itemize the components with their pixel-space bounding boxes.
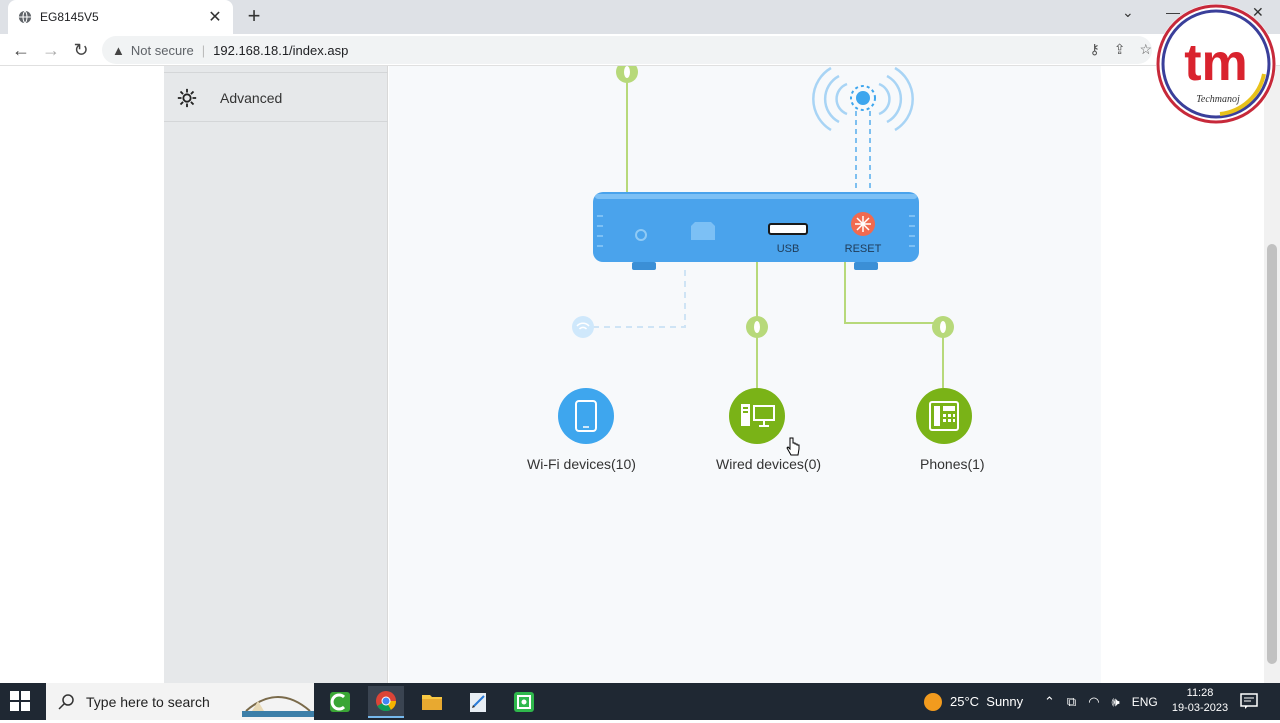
wifi-connection-line [583, 270, 686, 328]
share-icon[interactable]: ⇪ [1114, 41, 1126, 58]
svg-text:tm: tm [1184, 34, 1248, 92]
tab-title: EG8145V5 [40, 10, 99, 24]
taskbar-app-camtasia[interactable] [322, 686, 358, 718]
windows-start-icon[interactable] [10, 691, 30, 711]
taskbar-app-chrome[interactable] [368, 686, 404, 718]
wired-devices-button[interactable] [729, 388, 785, 444]
chevron-up-icon[interactable]: ⌃ [1044, 694, 1055, 710]
clock-time: 11:28 [1186, 687, 1214, 699]
network-diagram: USB RESET Wi-Fi devices(10) Wired device… [389, 66, 1101, 683]
key-icon[interactable]: ⚷ [1089, 41, 1099, 58]
wifi-devices-label[interactable]: Wi-Fi devices(10) [527, 456, 636, 472]
sidebar-item-advanced[interactable]: Advanced [164, 74, 388, 122]
screen-recorder-icon [514, 692, 534, 712]
folder-icon [422, 695, 442, 710]
taskbar-search-input[interactable]: Type here to search [46, 683, 314, 720]
omnibox-icons: ⚷ ⇪ ☆ [1089, 41, 1152, 58]
router-device [593, 192, 919, 270]
chrome-icon [376, 691, 397, 712]
notepad-icon [470, 693, 486, 712]
wired-devices-label[interactable]: Wired devices(0) [716, 456, 821, 472]
antenna-dot [856, 91, 870, 105]
phones-label[interactable]: Phones(1) [920, 456, 985, 472]
taskbar-app-recorder[interactable] [506, 686, 542, 718]
system-clock[interactable]: 11:28 19-03-2023 [1168, 686, 1232, 716]
diagram-canvas: USB RESET [558, 66, 972, 456]
bookmark-star-icon[interactable]: ☆ [1139, 41, 1152, 58]
sidebar-item-label: Advanced [220, 89, 283, 106]
wifi-devices-button[interactable] [558, 388, 614, 444]
usb-port-icon [768, 223, 808, 235]
search-placeholder: Type here to search [86, 693, 210, 710]
browser-toolbar: ← → ↻ ▲ Not secure | 192.168.18.1/index.… [0, 34, 1280, 66]
new-tab-icon[interactable]: + [244, 5, 264, 27]
volume-icon[interactable]: 🕪 [1112, 694, 1120, 710]
url-text[interactable]: 192.168.18.1/index.asp [213, 43, 348, 58]
close-tab-icon[interactable]: ✕ [207, 7, 223, 27]
search-icon [58, 693, 74, 710]
search-highlight-image [242, 687, 314, 717]
tab-strip: EG8145V5 ✕ + ⌄ — ✕ [0, 0, 1280, 34]
tab-search-icon[interactable]: ⌄ [1122, 4, 1134, 21]
security-label[interactable]: Not secure [131, 43, 194, 58]
phone-connection-line [844, 262, 944, 388]
wifi-icon[interactable]: ◠ [1088, 694, 1099, 710]
browser-tab[interactable]: EG8145V5 ✕ [8, 0, 233, 34]
sun-icon [924, 692, 942, 711]
svg-text:Techmanoj: Techmanoj [1196, 94, 1240, 105]
system-tray: ⌃ ⧉ ◠ 🕪 ENG [1044, 683, 1158, 720]
reload-icon[interactable]: ↻ [70, 39, 92, 61]
taskbar: Type here to search 25°C Sunny ⌃ ⧉ ◠ 🕪 E… [0, 683, 1280, 720]
sidebar: Advanced [164, 66, 388, 683]
separator: | [201, 42, 206, 58]
plug-icon [624, 66, 630, 78]
clock-date: 19-03-2023 [1171, 702, 1229, 714]
hand-cursor-icon [786, 437, 800, 456]
gear-icon [177, 88, 197, 108]
techmanoj-logo: tm Techmanoj [1156, 4, 1276, 124]
scroll-thumb[interactable] [1267, 244, 1277, 664]
reset-label: RESET [845, 243, 882, 255]
taskbar-app-notepad[interactable] [460, 686, 496, 718]
usb-label: USB [777, 243, 800, 255]
forward-icon[interactable]: → [40, 39, 62, 61]
divider [164, 72, 388, 73]
language-indicator[interactable]: ENG [1132, 695, 1158, 709]
phones-button[interactable] [916, 388, 972, 444]
notification-icon[interactable] [1240, 692, 1258, 710]
address-bar[interactable]: ▲ Not secure | 192.168.18.1/index.asp ⚷ … [102, 36, 1152, 64]
weather-text: 25°C Sunny [950, 694, 1024, 709]
weather-widget[interactable]: 25°C Sunny [924, 683, 1023, 720]
back-icon[interactable]: ← [10, 39, 32, 61]
taskbar-app-file-explorer[interactable] [414, 686, 450, 718]
meet-now-icon[interactable]: ⧉ [1067, 694, 1076, 710]
globe-icon [18, 10, 32, 24]
page-scrollbar[interactable] [1264, 66, 1280, 683]
warning-icon[interactable]: ▲ [112, 43, 125, 58]
